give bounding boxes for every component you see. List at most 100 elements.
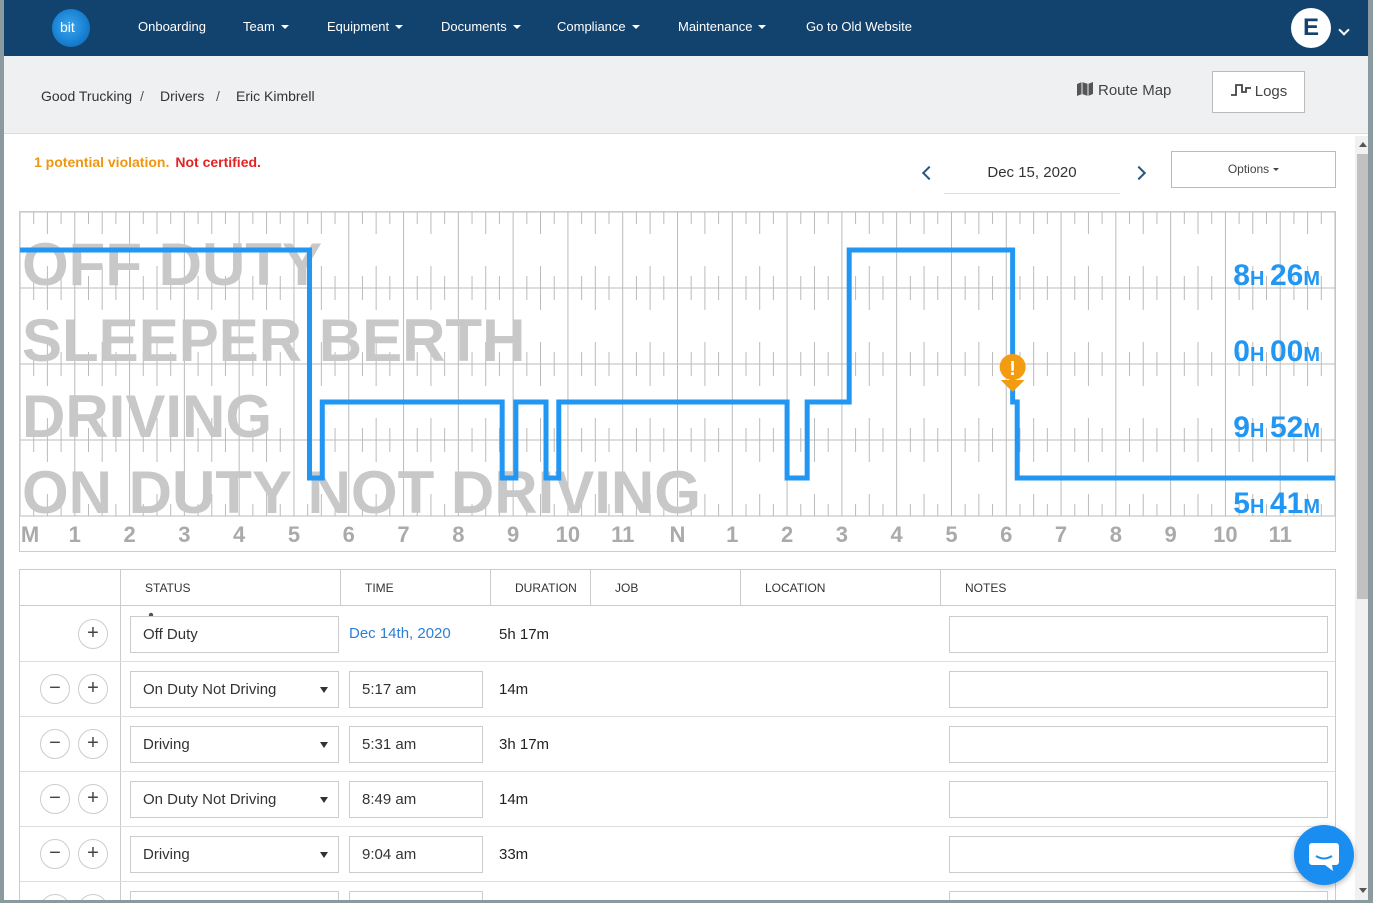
status-select[interactable]: On Duty Not Driving [130,671,339,708]
nav-old-website[interactable]: Go to Old Website [806,19,912,34]
remove-event-button[interactable]: − [40,839,70,869]
duty-row-total: 5H 41M [1233,487,1320,520]
hour-label: 5 [945,522,957,547]
status-value: On Duty Not Driving [143,681,277,698]
violation-alert[interactable]: 1 potential violation. [34,154,169,170]
duty-row-label: OFF DUTY [22,231,322,298]
table-row: − + On Duty Not Driving 8:49 am 14m [20,772,1335,827]
remove-event-button[interactable]: − [40,729,70,759]
next-day-icon[interactable] [1131,165,1147,181]
time-input[interactable] [349,891,483,900]
nav-equipment[interactable]: Equipment [327,19,404,34]
status-select[interactable] [130,891,339,900]
hour-label: M [21,522,39,547]
logs-button[interactable]: Logs [1212,71,1305,113]
status-select[interactable]: Driving [130,836,339,873]
breadcrumb-drivers[interactable]: Drivers [160,88,204,104]
status-select[interactable]: On Duty Not Driving [130,781,339,818]
remove-event-button[interactable]: − [40,784,70,814]
header-location: LOCATION [740,570,940,606]
time-input[interactable]: 9:04 am [349,836,483,873]
top-navbar: bit Onboarding Team Equipment Documents … [4,0,1368,56]
add-event-button[interactable]: + [78,619,108,649]
add-event-button[interactable]: + [78,674,108,704]
remove-event-button[interactable]: − [40,674,70,704]
notes-input[interactable] [949,891,1328,900]
certification-alert: Not certified. [175,154,261,170]
chat-launcher-button[interactable] [1294,825,1354,885]
scroll-up-icon[interactable] [1359,142,1367,147]
prev-day-icon[interactable] [921,165,937,181]
caret-down-icon [1273,168,1280,171]
hour-label: 8 [452,522,464,547]
add-event-button[interactable]: + [78,784,108,814]
duty-status-graph[interactable]: OFF DUTY SLEEPER BERTH DRIVING ON DUTY NOT … [19,211,1336,552]
nav-maintenance-label: Maintenance [678,19,753,34]
hour-label: 1 [726,522,738,547]
header-status: STATUS [120,570,340,606]
hour-label: 4 [891,522,904,547]
remove-event-button[interactable] [40,894,70,900]
caret-down-icon [512,25,521,29]
notes-input[interactable] [949,726,1328,763]
nav-team[interactable]: Team [243,19,289,34]
scroll-down-icon[interactable] [1359,888,1367,893]
scrollbar-thumb[interactable] [1357,154,1368,599]
log-events-table: STATUS TIME DURATION JOB LOCATION NOTES … [19,569,1336,900]
app-window: bit Onboarding Team Equipment Documents … [4,0,1368,900]
notes-input[interactable] [949,836,1328,873]
options-button[interactable]: Options [1171,151,1336,188]
nav-equipment-label: Equipment [327,19,390,34]
hour-label: 11 [1269,522,1292,547]
header-time: TIME [340,570,490,606]
hour-label: 5 [288,522,300,547]
options-label: Options [1227,162,1270,176]
notes-input[interactable] [949,781,1328,818]
time-input[interactable]: 8:49 am [349,781,483,818]
chevron-down-icon[interactable] [1338,24,1350,36]
header-notes: NOTES [940,570,1335,606]
time-input[interactable]: 5:17 am [349,671,483,708]
table-header: STATUS TIME DURATION JOB LOCATION NOTES [20,570,1335,606]
add-event-button[interactable] [78,894,108,900]
bit-logo[interactable]: bit [48,5,96,49]
breadcrumb-company[interactable]: Good Trucking [41,88,132,104]
page-scrollbar[interactable] [1355,136,1368,900]
nav-compliance[interactable]: Compliance [557,19,640,34]
hour-label: 4 [233,522,246,547]
table-row [20,882,1335,900]
caret-down-icon [758,25,767,29]
status-field: Off Duty [130,616,339,653]
duty-row-label: DRIVING [22,383,272,450]
time-input[interactable]: 5:31 am [349,726,483,763]
hour-label: 10 [1213,522,1237,547]
notes-input[interactable] [949,671,1328,708]
add-event-button[interactable]: + [78,839,108,869]
nav-team-label: Team [243,19,275,34]
status-select[interactable]: Driving [130,726,339,763]
violation-marker-arrow [1000,380,1025,392]
hour-label: 9 [507,522,519,547]
nav-onboarding[interactable]: Onboarding [138,19,206,34]
event-duration: 14m [499,791,529,808]
add-event-button[interactable]: + [78,729,108,759]
route-map-button[interactable]: Route Map [1076,82,1171,99]
breadcrumb-driver-name: Eric Kimbrell [236,88,315,104]
duty-row-total: 9H 52M [1233,411,1320,444]
event-date[interactable]: Dec 14th, 2020 [349,616,451,653]
table-row: − + On Duty Not Driving 5:17 am 14m [20,662,1335,717]
caret-down-icon [280,25,289,29]
nav-maintenance[interactable]: Maintenance [678,19,767,34]
breadcrumb-bar: Good Trucking / Drivers / Eric Kimbrell … [4,56,1368,134]
hour-label: 6 [343,522,355,547]
log-date[interactable]: Dec 15, 2020 [944,154,1120,194]
hour-label: 7 [1055,522,1067,547]
duty-row-label: ON DUTY NOT DRIVING [22,459,701,526]
notes-input[interactable] [949,616,1328,653]
select-arrow-icon [320,797,328,803]
route-map-label: Route Map [1098,82,1172,99]
status-value: Driving [143,846,190,863]
nav-documents[interactable]: Documents [441,19,521,34]
user-avatar[interactable]: E [1291,8,1331,48]
hour-label: 10 [556,522,580,547]
